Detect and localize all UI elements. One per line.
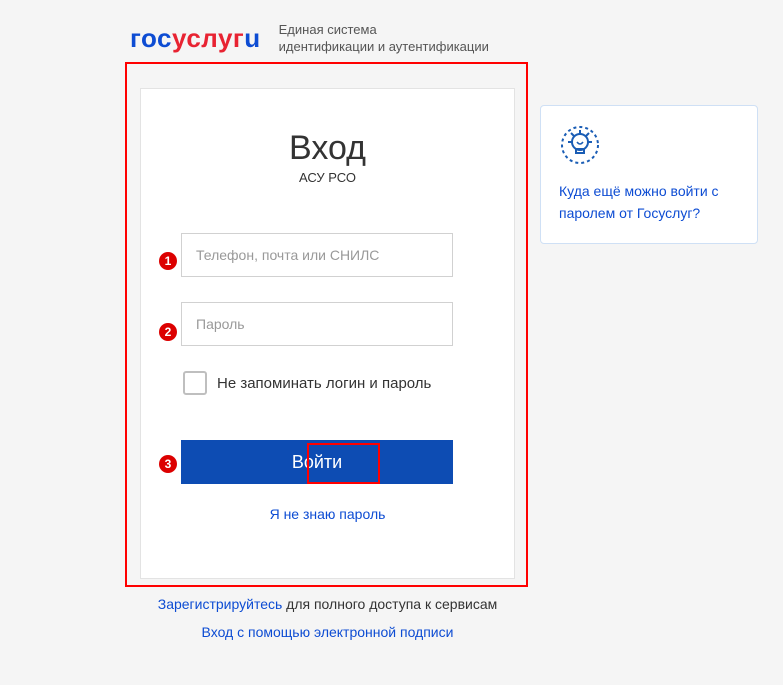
lightbulb-icon	[559, 124, 601, 166]
login-title: Вход	[181, 129, 474, 168]
logo: госуслугu	[130, 23, 261, 54]
login-input[interactable]	[181, 233, 453, 277]
esign-link[interactable]: Вход с помощью электронной подписи	[202, 624, 454, 640]
footer-esign: Вход с помощью электронной подписи	[140, 624, 515, 640]
login-card: Вход АСУ РСО Не запоминать логин и парол…	[140, 88, 515, 579]
register-link[interactable]: Зарегистрируйтесь	[158, 596, 283, 612]
footer-register: Зарегистрируйтесь для полного доступа к …	[140, 596, 515, 612]
remember-checkbox[interactable]	[183, 371, 207, 395]
header: госуслугu Единая система идентификации и…	[0, 0, 783, 56]
register-rest: для полного доступа к сервисам	[282, 596, 497, 612]
info-link[interactable]: Куда ещё можно войти с паролем от Госусл…	[559, 183, 719, 221]
remember-label: Не запоминать логин и пароль	[217, 375, 431, 392]
logo-part-u: u	[244, 23, 260, 53]
logo-part-gos: гос	[130, 23, 172, 53]
tagline-line1: Единая система	[279, 22, 489, 39]
forgot-password-link[interactable]: Я не знаю пароль	[181, 506, 474, 522]
remember-row: Не запоминать логин и пароль	[181, 371, 474, 395]
logo-part-uslugi: услуг	[172, 23, 244, 53]
submit-button[interactable]: Войти	[181, 440, 453, 484]
info-card: Куда ещё можно войти с паролем от Госусл…	[540, 105, 758, 244]
tagline: Единая система идентификации и аутентифи…	[279, 22, 489, 56]
login-subtitle: АСУ РСО	[181, 170, 474, 185]
password-input[interactable]	[181, 302, 453, 346]
tagline-line2: идентификации и аутентификации	[279, 39, 489, 56]
